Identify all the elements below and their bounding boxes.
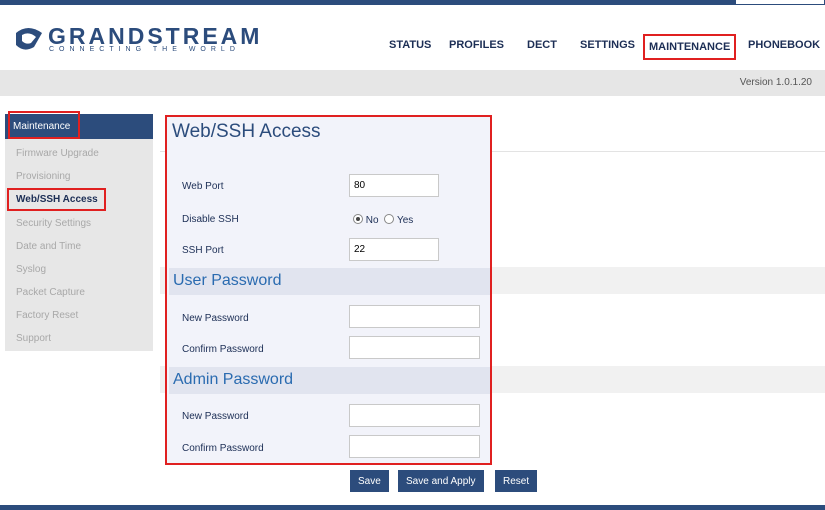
sidebar-item-factory-reset[interactable]: Factory Reset bbox=[16, 310, 78, 321]
admin-new-password-input[interactable] bbox=[349, 404, 480, 427]
sidebar-item-security-settings[interactable]: Security Settings bbox=[16, 218, 91, 229]
disable-ssh-no-label: No bbox=[365, 215, 379, 226]
web-ssh-access-panel: Web/SSH Access Web Port Disable SSH No Y… bbox=[165, 115, 492, 465]
save-and-apply-button[interactable]: Save and Apply bbox=[398, 470, 484, 492]
web-port-label: Web Port bbox=[182, 181, 224, 192]
admin-new-password-label: New Password bbox=[182, 411, 249, 422]
disable-ssh-options: No Yes bbox=[353, 214, 413, 226]
save-button[interactable]: Save bbox=[350, 470, 389, 492]
nav-maintenance[interactable]: MAINTENANCE bbox=[643, 34, 737, 60]
admin-confirm-password-input[interactable] bbox=[349, 435, 480, 458]
sidebar-item-packet-capture[interactable]: Packet Capture bbox=[16, 287, 85, 298]
sidebar-item-provisioning[interactable]: Provisioning bbox=[16, 171, 70, 182]
user-confirm-password-input[interactable] bbox=[349, 336, 480, 359]
web-port-input[interactable] bbox=[349, 174, 439, 197]
reset-button[interactable]: Reset bbox=[495, 470, 538, 492]
nav-dect[interactable]: DECT bbox=[527, 39, 557, 51]
nav-status[interactable]: STATUS bbox=[389, 39, 431, 51]
disable-ssh-yes-label: Yes bbox=[396, 215, 414, 226]
nav-settings[interactable]: SETTINGS bbox=[580, 39, 635, 51]
ssh-port-input[interactable] bbox=[349, 238, 439, 261]
version-bar: Version 1.0.1.20 bbox=[0, 70, 825, 96]
user-password-title: User Password bbox=[173, 272, 282, 289]
sidebar-item-support[interactable]: Support bbox=[16, 333, 51, 344]
sidebar-item-date-and-time[interactable]: Date and Time bbox=[16, 241, 81, 252]
sidebar-header-highlight bbox=[8, 111, 80, 139]
user-new-password-input[interactable] bbox=[349, 305, 480, 328]
admin-password-title: Admin Password bbox=[173, 371, 294, 388]
disable-ssh-no-radio[interactable] bbox=[353, 214, 363, 224]
sidebar: Maintenance Firmware Upgrade Provisionin… bbox=[5, 111, 153, 351]
footer-bar bbox=[0, 505, 825, 510]
grandstream-logo-icon bbox=[16, 28, 42, 50]
page-title: Web/SSH Access bbox=[172, 121, 321, 142]
user-new-password-label: New Password bbox=[182, 313, 249, 324]
disable-ssh-yes-radio[interactable] bbox=[384, 214, 395, 224]
user-confirm-password-label: Confirm Password bbox=[182, 344, 264, 355]
sidebar-item-firmware-upgrade[interactable]: Firmware Upgrade bbox=[16, 148, 99, 159]
brand-tagline: CONNECTING THE WORLD bbox=[49, 46, 240, 53]
admin-confirm-password-label: Confirm Password bbox=[182, 443, 264, 454]
nav-profiles[interactable]: PROFILES bbox=[449, 39, 504, 51]
version-text: Version 1.0.1.20 bbox=[739, 77, 812, 88]
ssh-port-label: SSH Port bbox=[182, 245, 224, 256]
disable-ssh-label: Disable SSH bbox=[182, 214, 239, 225]
header: GRANDSTREAM CONNECTING THE WORLD STATUS … bbox=[0, 5, 825, 67]
sidebar-active-highlight bbox=[7, 188, 106, 211]
sidebar-item-syslog[interactable]: Syslog bbox=[16, 264, 46, 275]
nav-phonebook[interactable]: PHONEBOOK bbox=[748, 39, 820, 51]
